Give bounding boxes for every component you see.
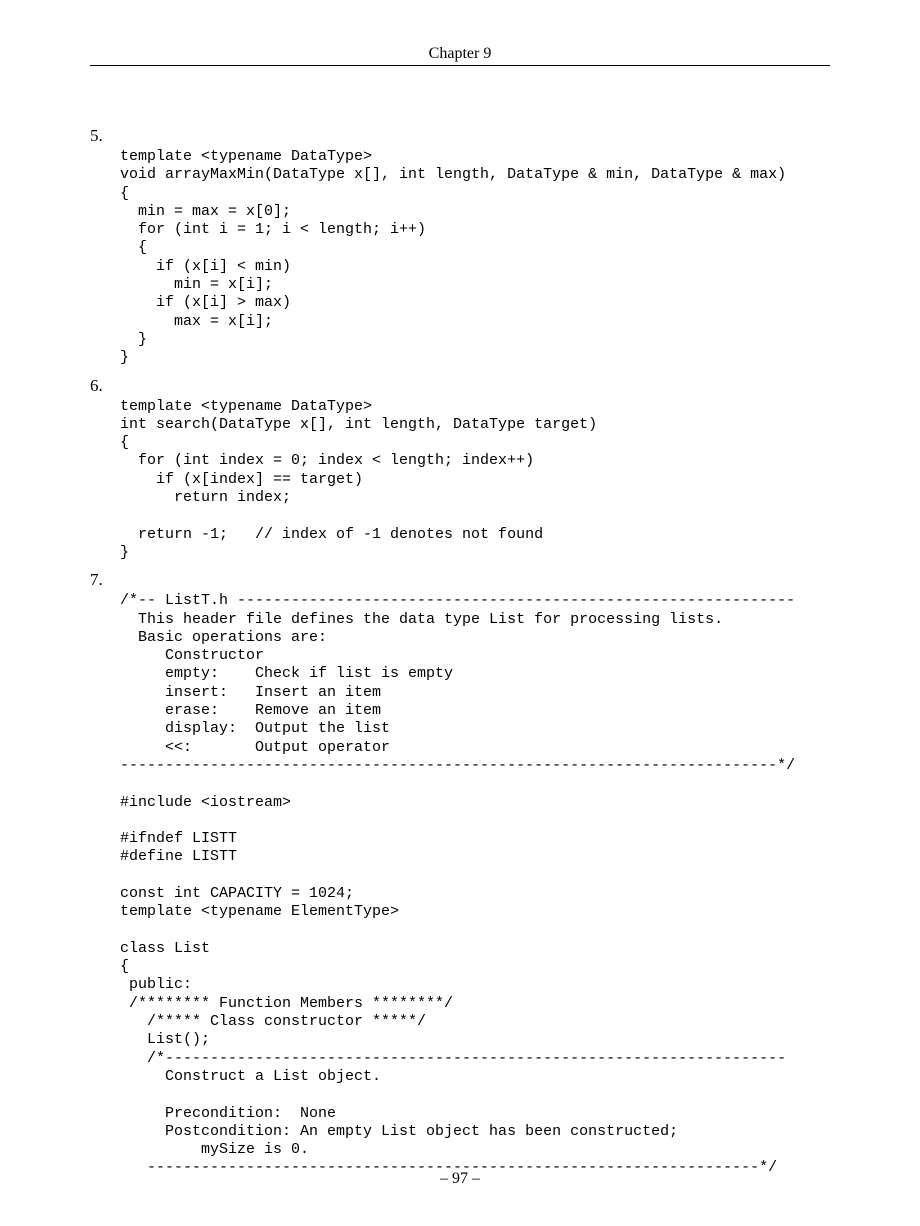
code-block: /*-- ListT.h ---------------------------… — [120, 592, 830, 1178]
item-5: 5. template <typename DataType> void arr… — [90, 126, 830, 368]
item-6: 6. template <typename DataType> int sear… — [90, 376, 830, 563]
item-number: 5. — [90, 126, 830, 146]
code-block: template <typename DataType> void arrayM… — [120, 148, 830, 368]
page-header: Chapter 9 — [90, 45, 830, 66]
item-number: 7. — [90, 570, 830, 590]
page-footer: – 97 – — [0, 1170, 920, 1188]
item-7: 7. /*-- ListT.h ------------------------… — [90, 570, 830, 1178]
item-number: 6. — [90, 376, 830, 396]
code-block: template <typename DataType> int search(… — [120, 398, 830, 563]
page: Chapter 9 5. template <typename DataType… — [0, 0, 920, 1226]
